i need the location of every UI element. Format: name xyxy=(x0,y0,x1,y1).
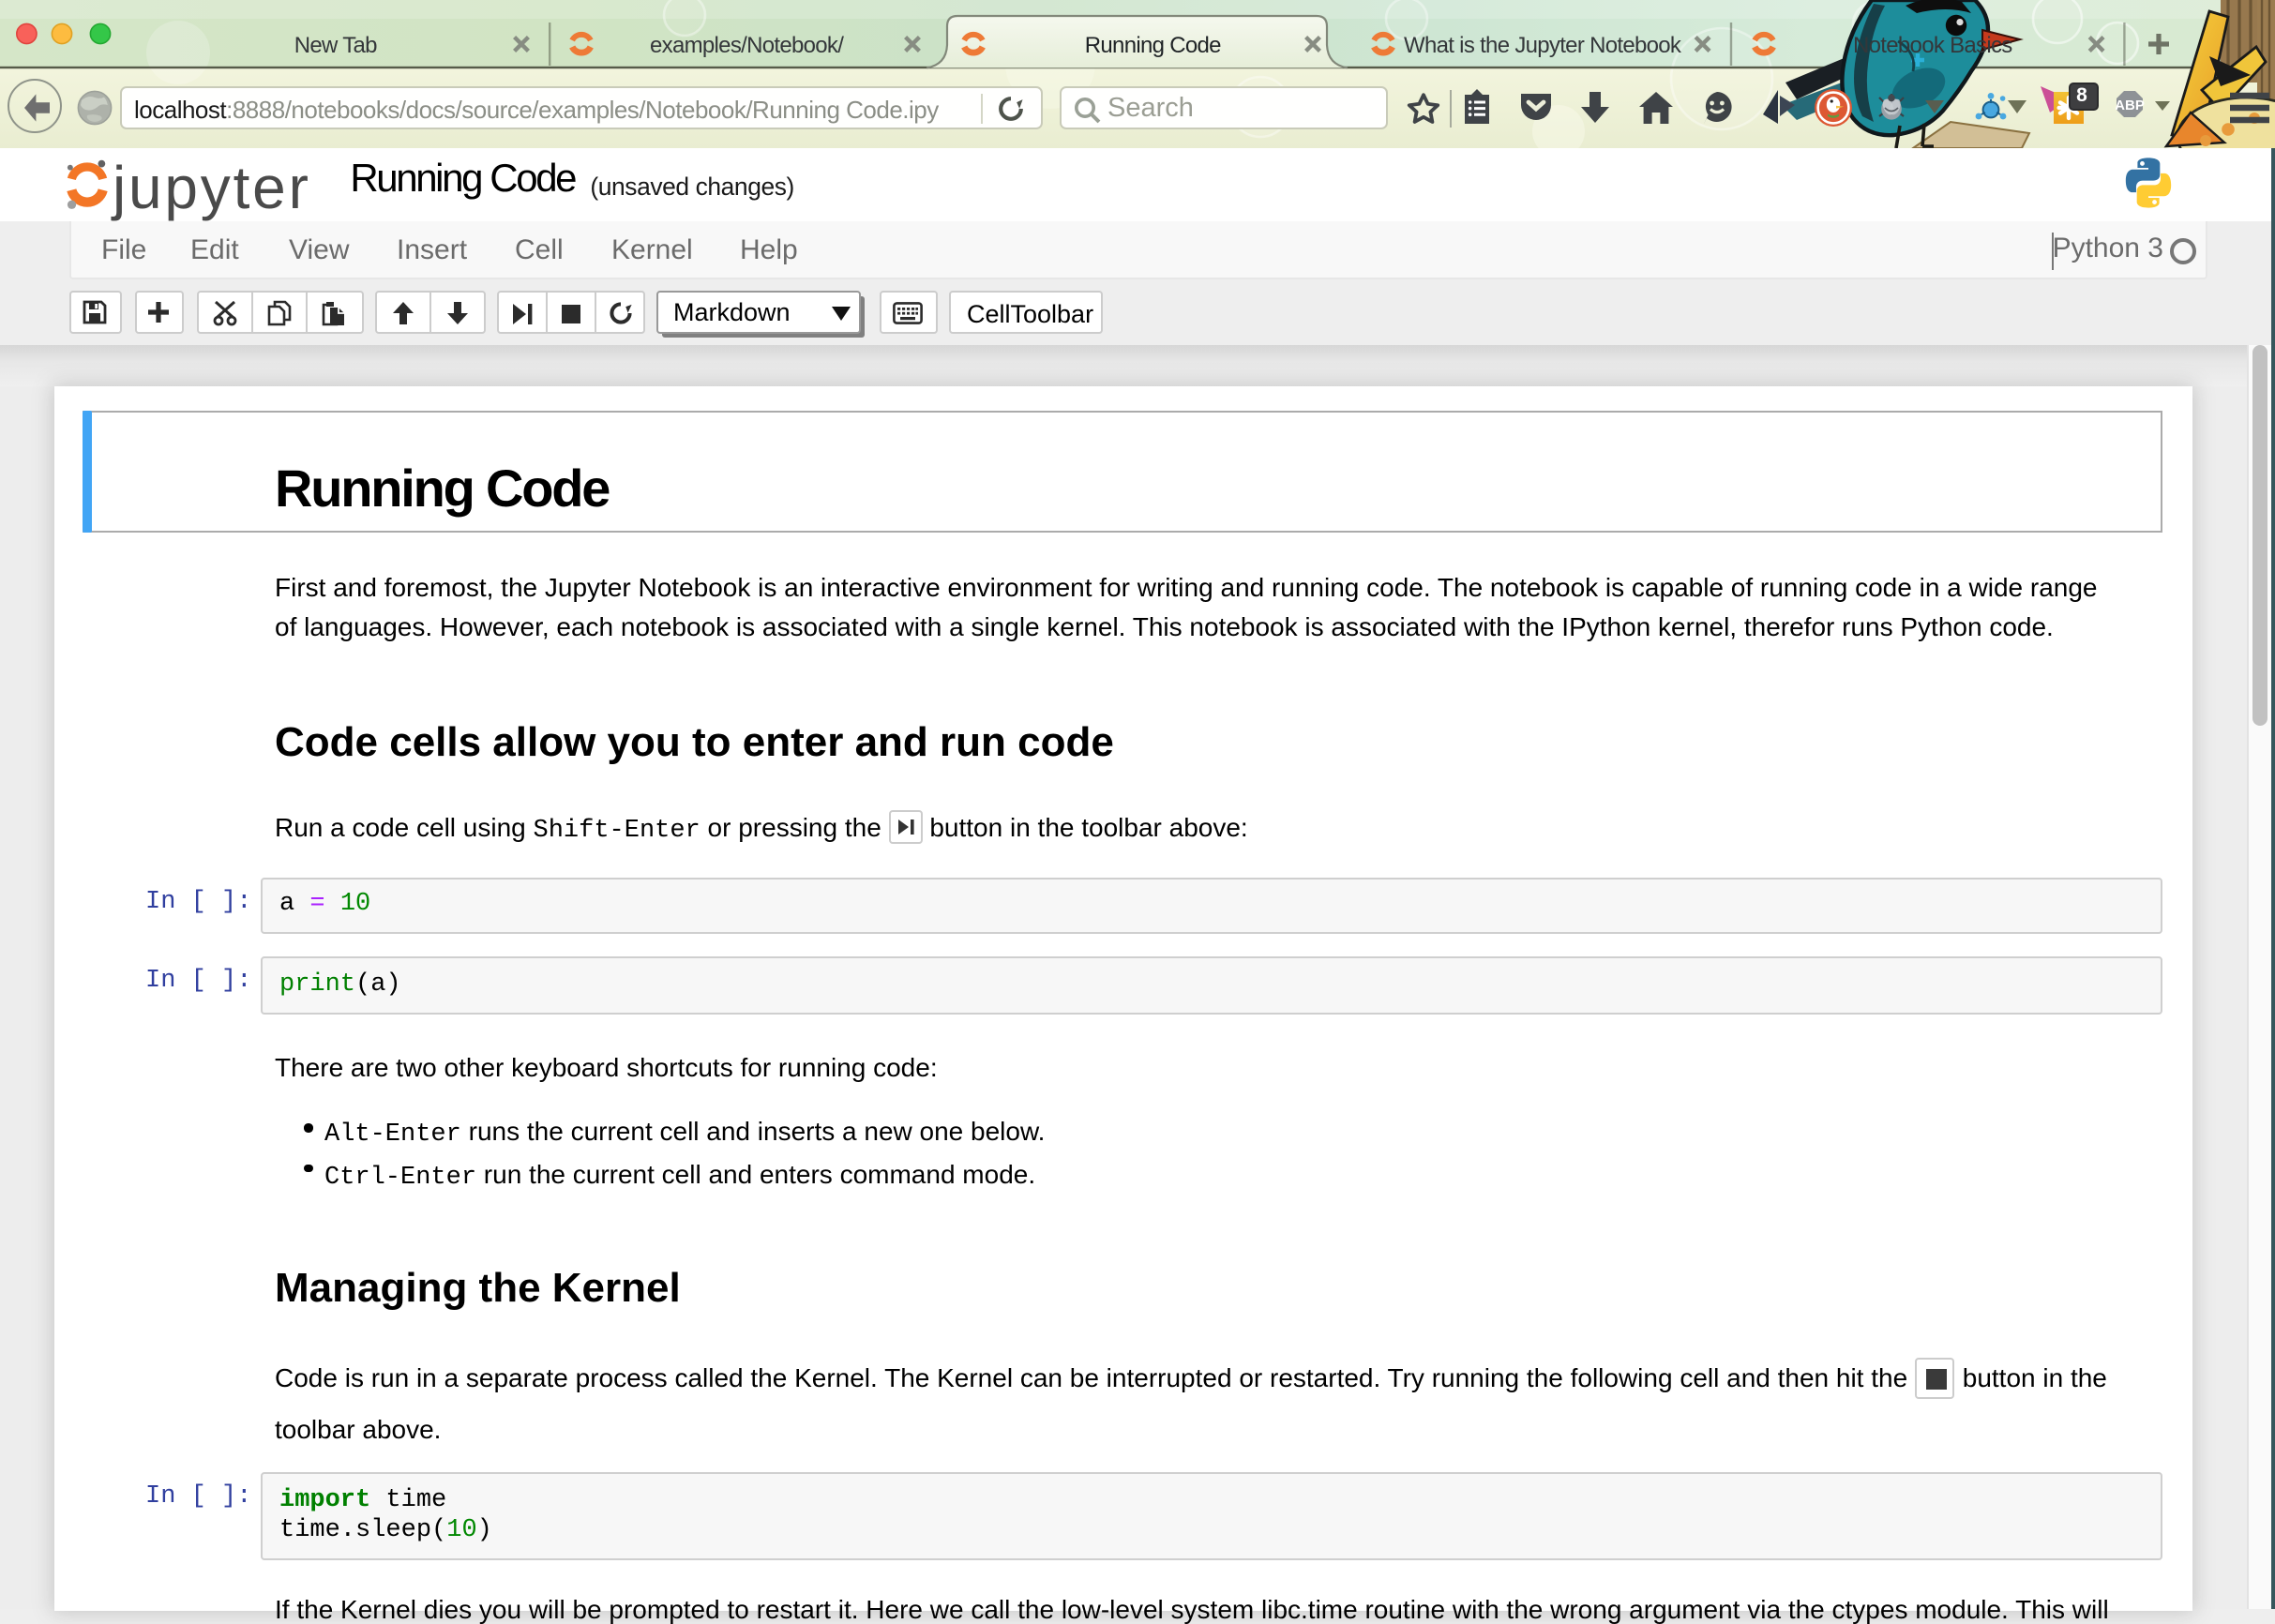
svg-text:ABP: ABP xyxy=(2115,98,2144,113)
